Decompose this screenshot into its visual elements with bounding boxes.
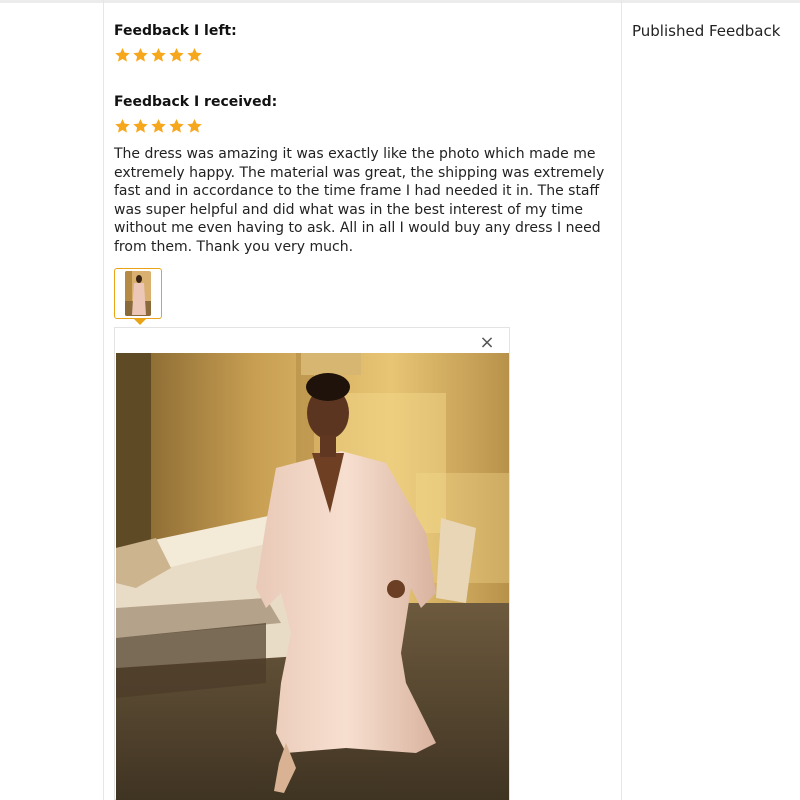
review-photo xyxy=(116,353,509,800)
star-icon xyxy=(169,119,184,133)
star-icon xyxy=(133,119,148,133)
star-icon xyxy=(133,48,148,62)
feedback-left-rating xyxy=(114,47,203,63)
thumbnail-image xyxy=(125,271,151,316)
review-text: The dress was amazing it was exactly lik… xyxy=(114,146,605,255)
star-icon xyxy=(187,48,202,62)
star-icon xyxy=(169,48,184,62)
top-border xyxy=(0,0,800,3)
published-feedback-label: Published Feedback xyxy=(632,22,781,40)
star-icon xyxy=(151,119,166,133)
feedback-received-rating xyxy=(114,118,203,134)
star-icon xyxy=(115,48,130,62)
photo-thumbnail[interactable] xyxy=(114,268,162,325)
feedback-received-heading: Feedback I received: xyxy=(114,94,278,110)
star-icon xyxy=(151,48,166,62)
close-icon[interactable]: × xyxy=(479,334,495,352)
thumbnail-selected-caret xyxy=(133,318,147,325)
star-icon xyxy=(187,119,202,133)
image-viewer: × xyxy=(114,327,510,800)
star-icon xyxy=(115,119,130,133)
column-divider-right xyxy=(621,0,622,800)
feedback-left-heading: Feedback I left: xyxy=(114,23,237,39)
column-divider-left xyxy=(103,0,104,800)
